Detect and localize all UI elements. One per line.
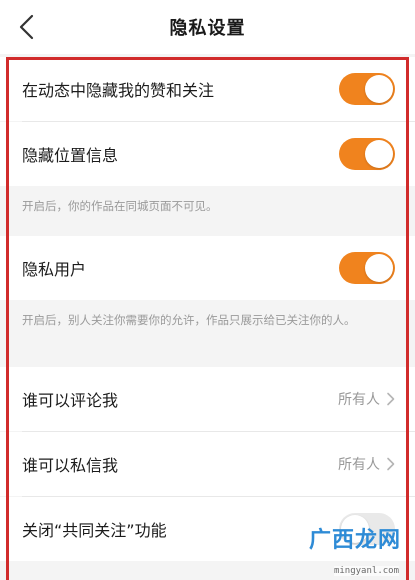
site-watermark: 广西龙网 mingyanl.com	[287, 520, 409, 578]
disable-common-follow-label: 关闭“共同关注”功能	[22, 521, 167, 540]
chevron-right-icon	[387, 457, 395, 471]
privacy-settings-screen: 隐私设置 在动态中隐藏我的赞和关注 隐藏位置信息 开启后，你的作品在同城页面不可…	[0, 0, 415, 580]
who-can-message-value: 所有人	[338, 457, 380, 473]
row-who-can-message[interactable]: 谁可以私信我 所有人	[0, 432, 415, 496]
who-can-comment-selector[interactable]: 所有人	[338, 389, 395, 409]
hide-location-label: 隐藏位置信息	[22, 146, 119, 165]
row-private-user: 隐私用户	[0, 236, 415, 300]
row-who-can-comment[interactable]: 谁可以评论我 所有人	[0, 367, 415, 431]
page-title: 隐私设置	[169, 18, 246, 39]
watermark-url: mingyanl.com	[333, 566, 399, 576]
back-button[interactable]	[10, 10, 44, 44]
toggle-knob	[365, 140, 393, 168]
toggle-knob	[365, 75, 393, 103]
top-nav-bar: 隐私设置	[0, 0, 415, 54]
row-hide-location: 隐藏位置信息	[0, 122, 415, 186]
hide-location-toggle[interactable]	[339, 138, 395, 170]
chevron-left-icon	[19, 14, 34, 40]
hide-likes-follows-label: 在动态中隐藏我的赞和关注	[22, 81, 215, 100]
row-hide-likes-follows: 在动态中隐藏我的赞和关注	[0, 57, 415, 121]
hide-location-hint: 开启后，你的作品在同城页面不可见。	[0, 186, 415, 236]
chevron-right-icon	[387, 392, 395, 406]
private-user-hint: 开启后，别人关注你需要你的允许，作品只展示给已关注你的人。	[0, 300, 415, 367]
private-user-toggle[interactable]	[339, 252, 395, 284]
watermark-logo-text: 广西龙网	[308, 528, 401, 553]
who-can-comment-value: 所有人	[338, 392, 380, 408]
toggle-knob	[365, 254, 393, 282]
who-can-message-label: 谁可以私信我	[22, 456, 119, 475]
who-can-message-selector[interactable]: 所有人	[338, 454, 395, 474]
who-can-comment-label: 谁可以评论我	[22, 391, 119, 410]
private-user-label: 隐私用户	[22, 260, 87, 279]
hide-likes-follows-toggle[interactable]	[339, 73, 395, 105]
